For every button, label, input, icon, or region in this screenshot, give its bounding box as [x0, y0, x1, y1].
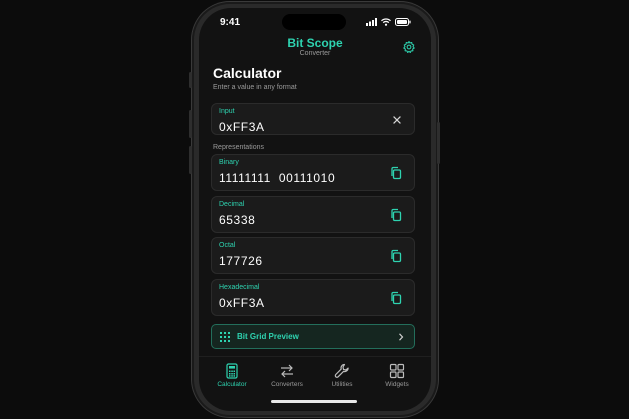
representation-card-hexadecimal: Hexadecimal 0xFF3A	[211, 279, 415, 316]
copy-icon[interactable]	[389, 291, 403, 305]
tab-converters[interactable]: Converters	[259, 363, 315, 388]
input-field[interactable]: Input 0xFF3A	[211, 103, 415, 135]
tab-calculator[interactable]: Calculator	[204, 363, 260, 388]
representation-label: Binary	[219, 159, 239, 166]
page-hint: Enter a value in any format	[213, 84, 297, 91]
representation-card-decimal: Decimal 65338	[211, 196, 415, 233]
widgets-grid-icon	[389, 363, 405, 379]
dynamic-island	[282, 14, 346, 30]
input-label: Input	[219, 108, 235, 115]
representation-value: 0xFF3A	[219, 296, 265, 310]
phone-screen: 9:41 Bit Scope Converter Calculator Ente…	[199, 8, 431, 411]
clear-icon[interactable]	[391, 114, 403, 126]
input-value[interactable]: 0xFF3A	[219, 120, 265, 134]
page-title: Calculator	[213, 65, 282, 81]
app-title: Bit Scope	[287, 36, 343, 50]
tab-utilities[interactable]: Utilities	[314, 363, 370, 388]
representation-value: 177726	[219, 254, 263, 268]
status-time: 9:41	[220, 17, 241, 28]
representation-value: 11111111 00111010	[219, 171, 336, 185]
phone-volume-up-button	[189, 110, 192, 138]
representation-value: 65338	[219, 213, 256, 227]
swap-arrows-icon	[281, 364, 293, 378]
representation-label: Octal	[219, 242, 236, 249]
representation-card-octal: Octal 177726	[211, 237, 415, 274]
wrench-icon	[334, 363, 349, 378]
app-subtitle: Converter	[299, 50, 331, 57]
dots-grid-icon	[220, 332, 230, 342]
calculator-icon	[226, 363, 238, 379]
bit-grid-label: Bit Grid Preview	[237, 332, 299, 341]
phone-power-button	[437, 122, 440, 164]
signal-icon	[366, 18, 377, 26]
tab-label: Widgets	[385, 381, 409, 388]
tab-widgets[interactable]: Widgets	[369, 363, 425, 388]
status-icons	[366, 18, 411, 26]
representation-label: Decimal	[219, 201, 245, 208]
bit-grid-preview-button[interactable]: Bit Grid Preview	[211, 324, 415, 349]
copy-icon[interactable]	[389, 208, 403, 222]
tab-label: Utilities	[331, 381, 353, 388]
copy-icon[interactable]	[389, 166, 403, 180]
representations-label: Representations	[213, 144, 264, 151]
chevron-right-icon	[399, 333, 404, 341]
settings-gear-icon[interactable]	[402, 40, 416, 54]
phone-side-button	[189, 72, 192, 88]
home-indicator[interactable]	[271, 400, 357, 403]
phone-volume-down-button	[189, 146, 192, 174]
battery-icon	[395, 18, 411, 26]
representation-card-binary: Binary 11111111 00111010	[211, 154, 415, 191]
representation-label: Hexadecimal	[219, 284, 260, 291]
tab-label: Converters	[271, 381, 303, 388]
wifi-icon	[381, 18, 391, 26]
copy-icon[interactable]	[389, 249, 403, 263]
tab-label: Calculator	[217, 381, 247, 388]
